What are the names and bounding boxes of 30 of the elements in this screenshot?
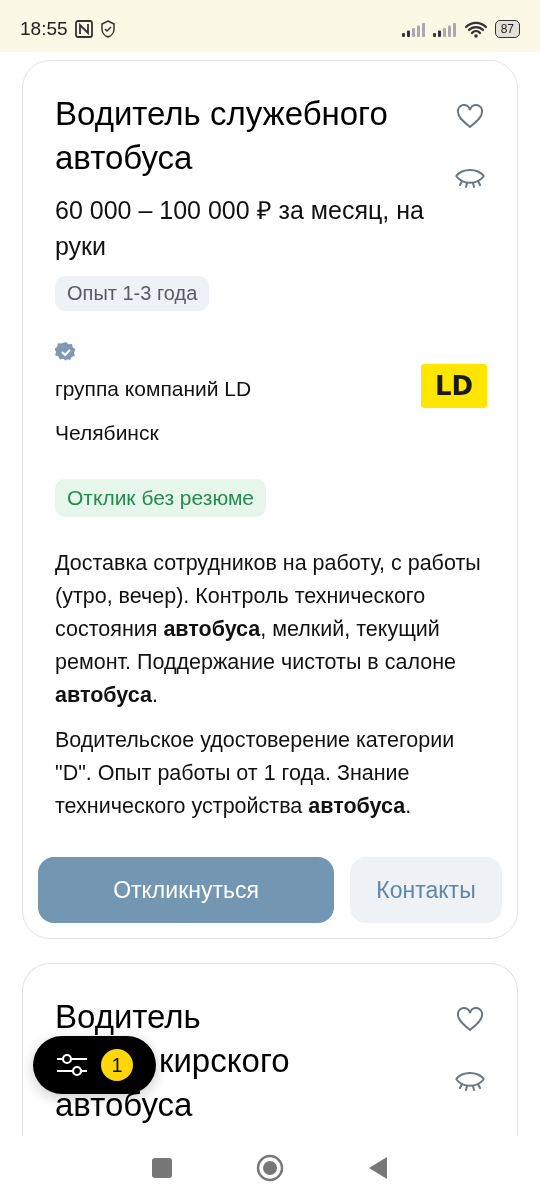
vacancy-title: кирского <box>159 1041 290 1081</box>
signal-icon <box>432 21 457 37</box>
wifi-icon <box>463 20 488 38</box>
company-logo: LD <box>421 364 487 408</box>
battery-icon: 87 <box>494 20 520 38</box>
vacancy-title: Водитель <box>55 997 202 1037</box>
back-icon[interactable] <box>367 1156 389 1180</box>
description-text: Водительское удостоверение категории "D". Опыт работы от 1 года. Знание технического устройства автобуса. <box>55 727 456 820</box>
nfc-icon <box>74 20 93 38</box>
clock: 18:55 <box>20 18 68 40</box>
vacancy-title: автобуса <box>55 138 194 178</box>
salary-text: 60 000 – 100 000 ₽ за месяц, на руки <box>55 195 425 262</box>
home-icon[interactable] <box>255 1153 285 1183</box>
filter-count-badge: 1 <box>101 1049 133 1081</box>
shield-icon <box>99 20 116 38</box>
respond-button[interactable]: Откликнуться <box>38 857 334 923</box>
experience-tag: Опыт 1-3 года <box>55 276 210 311</box>
heart-icon[interactable] <box>455 1005 485 1033</box>
contacts-button[interactable]: Контакты <box>350 857 502 923</box>
company-name: группа компаний LD <box>55 376 252 402</box>
description-text: Доставка сотрудников на работу, с работы (утро, вечер). Контроль технического состояния автобуса, мелкий, текущий ремонт. Поддержание чистоты в салоне автобуса. <box>55 550 482 709</box>
heart-icon[interactable] <box>455 102 485 130</box>
city-text: Челябинск <box>55 420 160 446</box>
sliders-icon <box>55 1052 89 1078</box>
square-icon[interactable] <box>151 1157 173 1179</box>
no-resume-badge: Отклик без резюме <box>55 479 266 517</box>
closed-eye-icon[interactable] <box>453 168 487 188</box>
closed-eye-icon[interactable] <box>453 1071 487 1091</box>
signal-icon <box>401 21 426 37</box>
vacancy-title: Водитель служебного <box>55 94 389 134</box>
